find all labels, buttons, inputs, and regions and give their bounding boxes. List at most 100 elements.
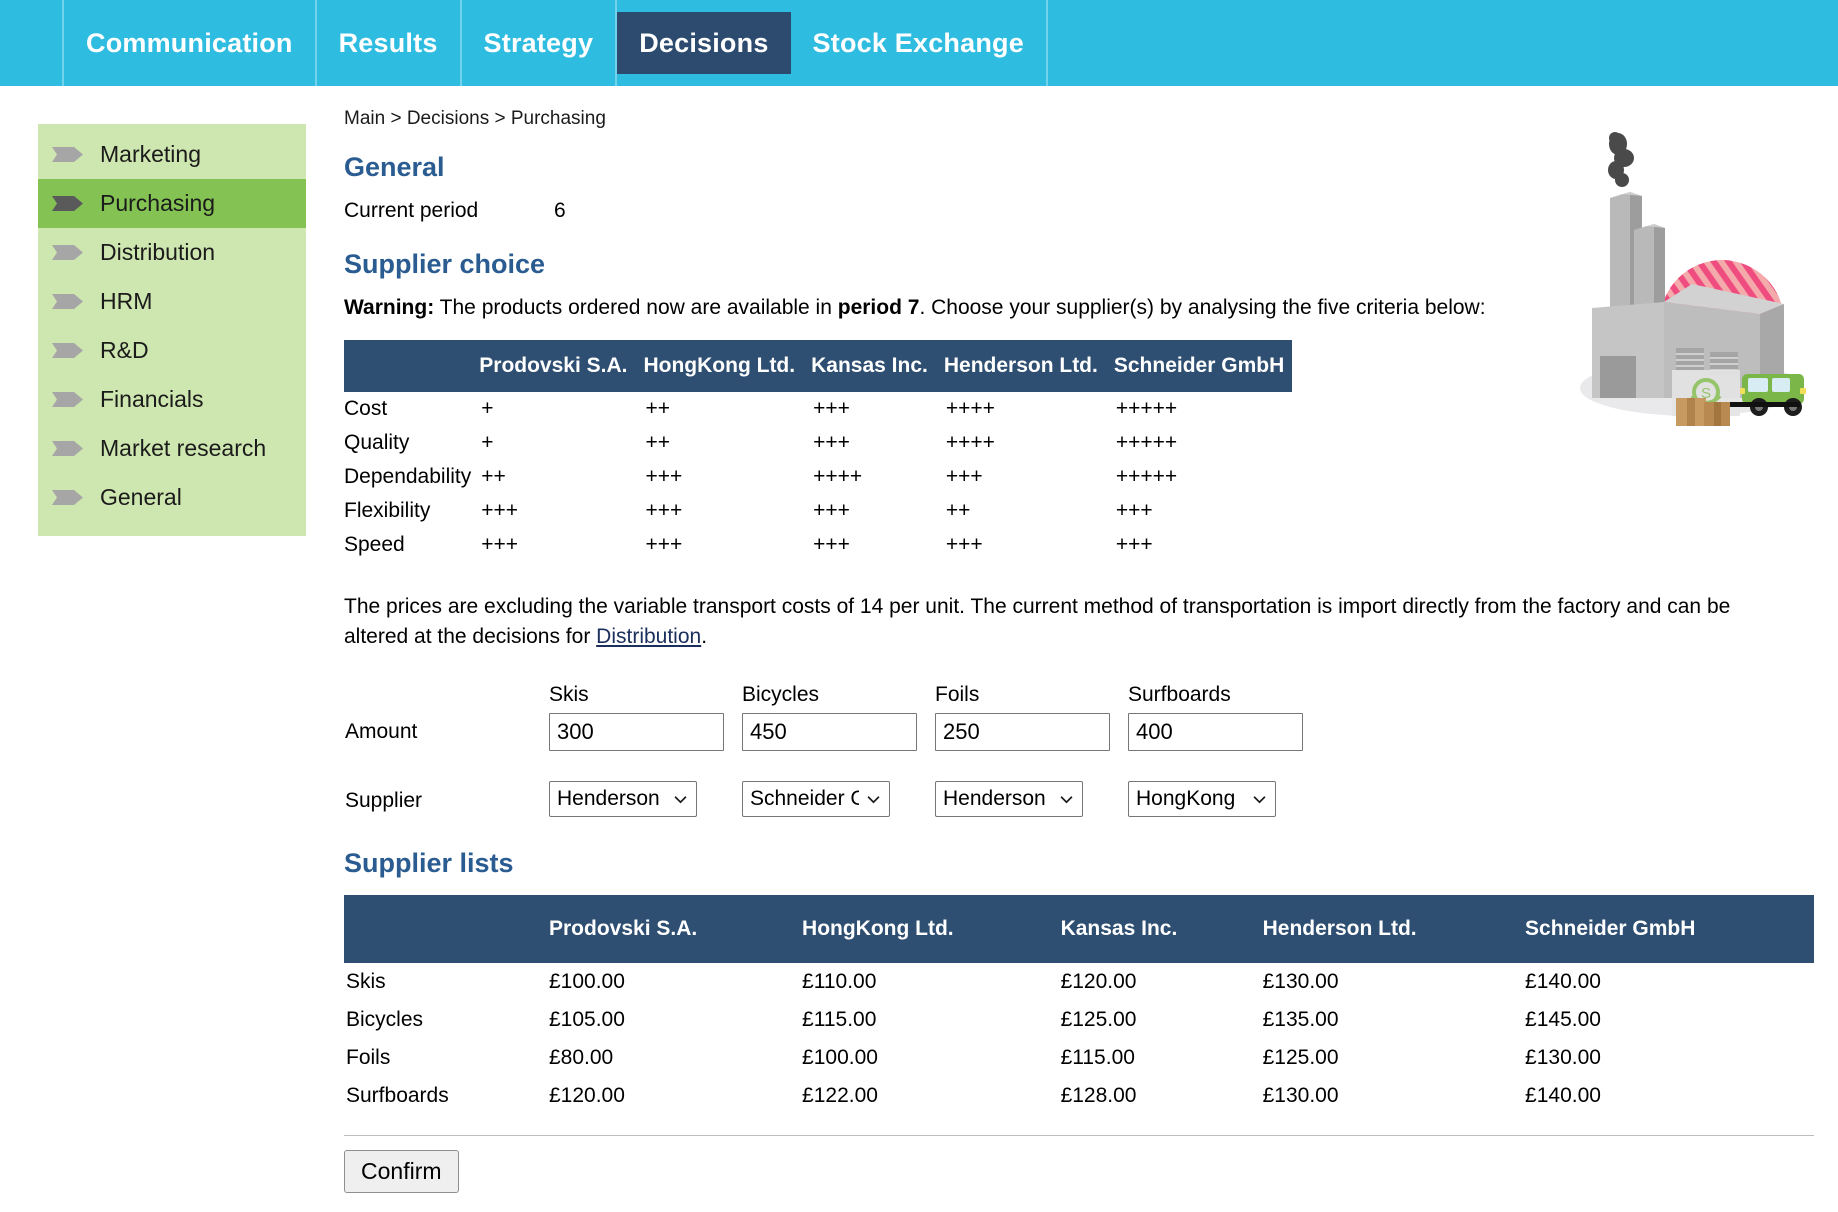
price-table-row: Bicycles£105.00£115.00£125.00£135.00£145…: [344, 1001, 1814, 1039]
criteria-table: Prodovski S.A.HongKong Ltd.Kansas Inc.He…: [344, 340, 1292, 562]
criteria-table-body: Cost+++++++++++++++Quality++++++++++++++…: [344, 392, 1292, 562]
amount-input-bicycles[interactable]: [742, 713, 917, 751]
chevron-down-icon: [1253, 793, 1266, 806]
warning-label: Warning:: [344, 296, 434, 319]
criteria-rating-cell: ++: [471, 460, 635, 494]
sidebar-menu: Marketing PurchasingDistributionHRMR&DFin…: [38, 124, 306, 536]
price-cell: £125.00: [1263, 1039, 1525, 1077]
supplier-cell-skis: Henderson: [549, 781, 742, 822]
price-cell: £125.00: [1061, 1001, 1263, 1039]
amount-cell-bicycles: [742, 713, 935, 751]
current-period-row: Current period 6: [344, 199, 1838, 223]
warning-text: Warning: The products ordered now are av…: [344, 296, 1838, 320]
sidebar-item-marketing[interactable]: Marketing: [38, 130, 306, 179]
flag-arrow-icon: [52, 440, 84, 457]
nav-item-strategy[interactable]: Strategy: [462, 0, 618, 86]
criteria-row: Speed+++++++++++++++: [344, 528, 1292, 562]
criteria-rating-cell: ++: [635, 392, 803, 426]
flag-arrow-icon: [52, 195, 84, 212]
sidebar-item-financials[interactable]: Financials: [38, 375, 306, 424]
sidebar-item-label: Marketing: [100, 141, 201, 168]
form-spacer-row: [344, 751, 1321, 781]
price-row-product: Surfboards: [344, 1077, 549, 1115]
nav-item-results[interactable]: Results: [317, 0, 462, 86]
criteria-rating-cell: ++++: [936, 392, 1106, 426]
price-table-row: Surfboards£120.00£122.00£128.00£130.00£1…: [344, 1077, 1814, 1115]
price-header-supplier: Schneider GmbH: [1525, 895, 1814, 963]
criteria-rating-cell: ++++: [803, 460, 936, 494]
nav-item-stock-exchange[interactable]: Stock Exchange: [791, 0, 1048, 86]
distribution-link[interactable]: Distribution: [596, 625, 701, 648]
criteria-header-supplier: Kansas Inc.: [803, 340, 936, 392]
criteria-rating-cell: +: [471, 426, 635, 460]
price-cell: £140.00: [1525, 1077, 1814, 1115]
warning-text-part1: The products ordered now are available i…: [434, 296, 838, 319]
flag-arrow-icon: [52, 489, 84, 506]
supplier-choice-heading: Supplier choice: [344, 249, 1838, 280]
confirm-button[interactable]: Confirm: [344, 1150, 459, 1193]
supplier-select-skis-value: Henderson: [557, 782, 666, 816]
criteria-header-supplier: Schneider GmbH: [1106, 340, 1292, 392]
truck-icon: [1704, 374, 1806, 416]
criteria-row-label: Flexibility: [344, 494, 471, 528]
price-header-supplier: HongKong Ltd.: [802, 895, 1061, 963]
amount-row: Amount: [344, 713, 1321, 751]
price-cell: £120.00: [1061, 963, 1263, 1001]
product-label-skis: Skis: [549, 683, 742, 713]
flag-arrow-icon: [52, 293, 84, 310]
supplier-select-skis[interactable]: Henderson: [549, 781, 697, 817]
current-period-label: Current period: [344, 199, 554, 223]
sidebar-item-r-d[interactable]: R&D: [38, 326, 306, 375]
divider: [344, 1135, 1814, 1136]
nav-item-communication[interactable]: Communication: [62, 0, 317, 86]
sidebar-item-hrm[interactable]: HRM: [38, 277, 306, 326]
price-row-product: Skis: [344, 963, 549, 1001]
amount-input-skis[interactable]: [549, 713, 724, 751]
sidebar-item-general[interactable]: General: [38, 473, 306, 522]
criteria-header-blank: [344, 340, 471, 392]
sidebar-item-distribution[interactable]: Distribution: [38, 228, 306, 277]
criteria-row: Dependability+++++++++++++++++: [344, 460, 1292, 494]
criteria-rating-cell: +++: [635, 528, 803, 562]
sidebar-item-purchasing[interactable]: Purchasing: [38, 179, 306, 228]
price-row-product: Foils: [344, 1039, 549, 1077]
breadcrumb: Main > Decisions > Purchasing: [344, 108, 1838, 130]
price-cell: £105.00: [549, 1001, 802, 1039]
price-cell: £80.00: [549, 1039, 802, 1077]
order-form-table: Skis Bicycles Foils Surfboards Amount Su…: [344, 683, 1321, 822]
price-cell: £100.00: [549, 963, 802, 1001]
price-cell: £122.00: [802, 1077, 1061, 1115]
criteria-rating-cell: +++: [936, 528, 1106, 562]
criteria-row-label: Cost: [344, 392, 471, 426]
warning-text-part2: . Choose your supplier(s) by analysing t…: [919, 296, 1485, 319]
sidebar-item-market-research[interactable]: Market research: [38, 424, 306, 473]
price-cell: £130.00: [1525, 1039, 1814, 1077]
criteria-rating-cell: +++: [471, 494, 635, 528]
nav-item-decisions[interactable]: Decisions: [617, 12, 790, 74]
page-body: MarketingPurchasingDistributionHRMR&DFin…: [0, 86, 1838, 1193]
supplier-cell-bicycles: Schneider G: [742, 781, 935, 822]
amount-input-surfboards[interactable]: [1128, 713, 1303, 751]
criteria-rating-cell: +++: [803, 494, 936, 528]
flag-arrow-icon: [52, 244, 84, 261]
supplier-select-bicycles[interactable]: Schneider G: [742, 781, 890, 817]
criteria-rating-cell: +++: [1106, 528, 1292, 562]
criteria-rating-cell: +++: [936, 460, 1106, 494]
price-header-supplier: Kansas Inc.: [1061, 895, 1263, 963]
supplier-select-surfboards[interactable]: HongKong: [1128, 781, 1276, 817]
money-icon: [1692, 380, 1720, 404]
sidebar-item-label: Market research: [100, 435, 266, 462]
amount-input-foils[interactable]: [935, 713, 1110, 751]
price-cell: £115.00: [802, 1001, 1061, 1039]
criteria-header-supplier: Henderson Ltd.: [936, 340, 1106, 392]
supplier-select-foils[interactable]: Henderson: [935, 781, 1083, 817]
criteria-rating-cell: +++++: [1106, 460, 1292, 494]
amount-cell-skis: [549, 713, 742, 751]
supplier-price-table: Prodovski S.A.HongKong Ltd.Kansas Inc.He…: [344, 895, 1814, 1115]
boxes-icon: [1676, 398, 1730, 426]
product-label-foils: Foils: [935, 683, 1128, 713]
product-header-row: Skis Bicycles Foils Surfboards: [344, 683, 1321, 713]
amount-label: Amount: [344, 713, 549, 751]
price-cell: £110.00: [802, 963, 1061, 1001]
supplier-price-table-head: Prodovski S.A.HongKong Ltd.Kansas Inc.He…: [344, 895, 1814, 963]
